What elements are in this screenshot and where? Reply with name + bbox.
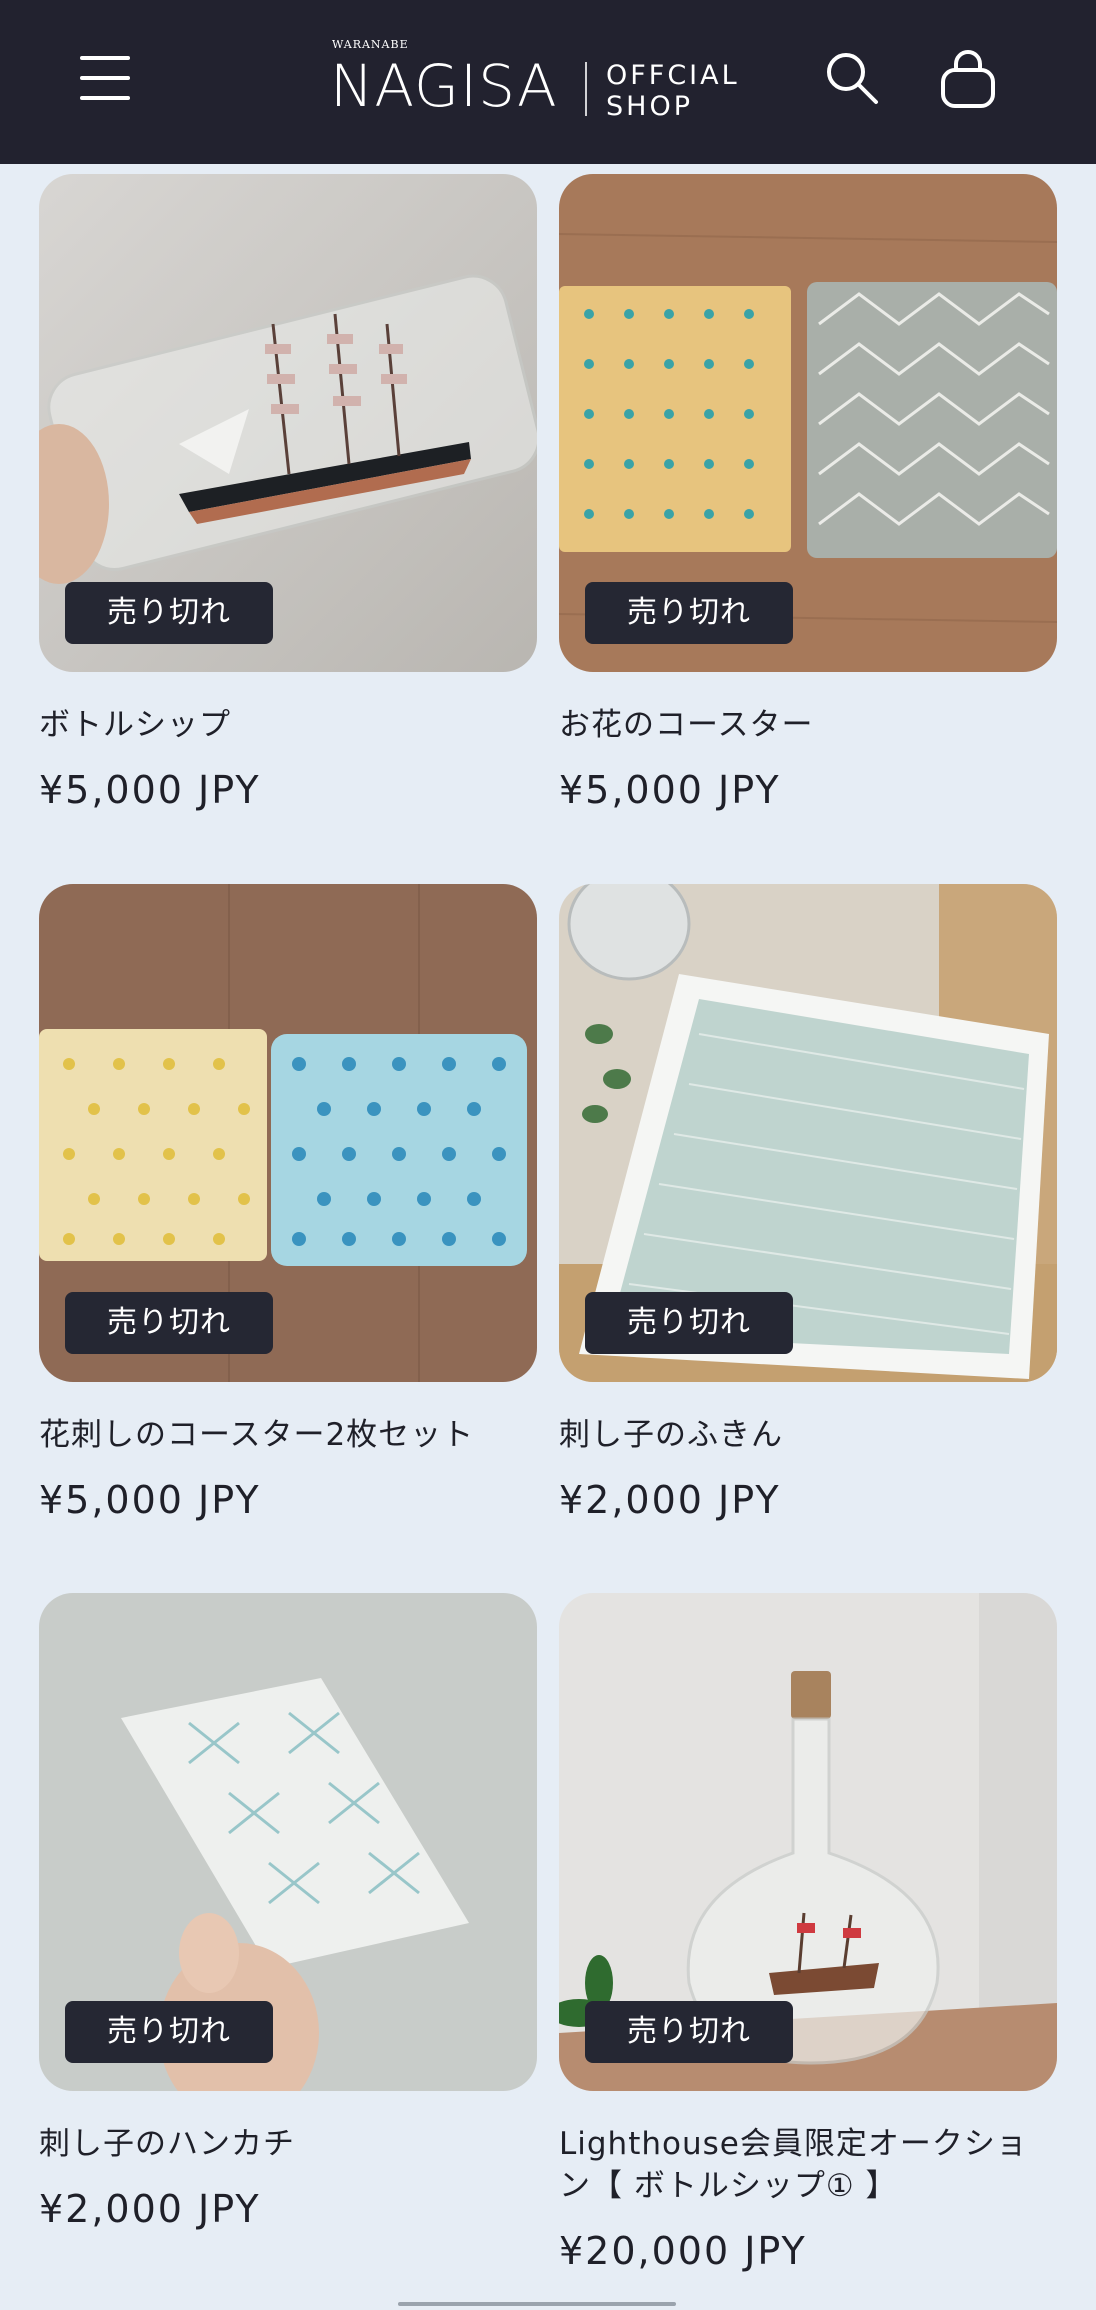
logo-sub-line2: SHOP xyxy=(606,91,693,122)
product-image[interactable]: 売り切れ xyxy=(39,884,537,1382)
logo-sub-text: OFFCIAL SHOP xyxy=(606,60,740,122)
sold-out-badge: 売り切れ xyxy=(65,2001,273,2063)
scroll-indicator xyxy=(398,2302,676,2306)
logo-sub-line1: OFFCIAL xyxy=(606,60,740,91)
product-price: ¥5,000 JPY xyxy=(39,768,261,812)
product-price: ¥5,000 JPY xyxy=(39,1478,261,1522)
sold-out-badge: 売り切れ xyxy=(65,582,273,644)
product-title[interactable]: お花のコースター xyxy=(559,704,1057,746)
product-title[interactable]: 花刺しのコースター2枚セット xyxy=(39,1414,537,1456)
product-title[interactable]: 刺し子のハンカチ xyxy=(39,2123,537,2165)
product-card[interactable]: 売り切れ 刺し子のハンカチ ¥2,000 JPY xyxy=(39,1593,537,2273)
logo-big-text: NAGISA xyxy=(330,52,558,120)
product-title[interactable]: Lighthouse会員限定オークション【 ボトルシップ① 】 xyxy=(559,2123,1057,2207)
product-price: ¥5,000 JPY xyxy=(559,768,781,812)
product-price: ¥20,000 JPY xyxy=(559,2229,807,2273)
product-image[interactable]: 売り切れ xyxy=(39,174,537,672)
product-card[interactable]: 売り切れ お花のコースター ¥5,000 JPY xyxy=(559,174,1057,854)
product-card[interactable]: 売り切れ ボトルシップ ¥5,000 JPY xyxy=(39,174,537,854)
site-header: WARANABE NAGISA OFFCIAL SHOP xyxy=(0,0,1096,164)
product-card[interactable]: 売り切れ 花刺しのコースター2枚セット ¥5,000 JPY xyxy=(39,884,537,1564)
search-icon[interactable] xyxy=(822,48,882,108)
product-image[interactable]: 売り切れ xyxy=(39,1593,537,2091)
cart-icon[interactable] xyxy=(938,48,998,110)
product-card[interactable]: 売り切れ 刺し子のふきん ¥2,000 JPY xyxy=(559,884,1057,1564)
product-title[interactable]: ボトルシップ xyxy=(39,704,537,746)
menu-icon[interactable] xyxy=(80,52,134,102)
product-image[interactable]: 売り切れ xyxy=(559,884,1057,1382)
product-card[interactable]: 売り切れ Lighthouse会員限定オークション【 ボトルシップ① 】 ¥20… xyxy=(559,1593,1057,2273)
product-title[interactable]: 刺し子のふきん xyxy=(559,1414,1057,1456)
product-price: ¥2,000 JPY xyxy=(39,2187,261,2231)
sold-out-badge: 売り切れ xyxy=(585,2001,793,2063)
sold-out-badge: 売り切れ xyxy=(585,1292,793,1354)
shop-logo[interactable]: WARANABE NAGISA OFFCIAL SHOP xyxy=(330,38,770,122)
product-price: ¥2,000 JPY xyxy=(559,1478,781,1522)
product-image[interactable]: 売り切れ xyxy=(559,1593,1057,2091)
sold-out-badge: 売り切れ xyxy=(585,582,793,644)
logo-small-text: WARANABE xyxy=(332,38,409,51)
sold-out-badge: 売り切れ xyxy=(65,1292,273,1354)
logo-separator xyxy=(585,62,587,116)
product-image[interactable]: 売り切れ xyxy=(559,174,1057,672)
